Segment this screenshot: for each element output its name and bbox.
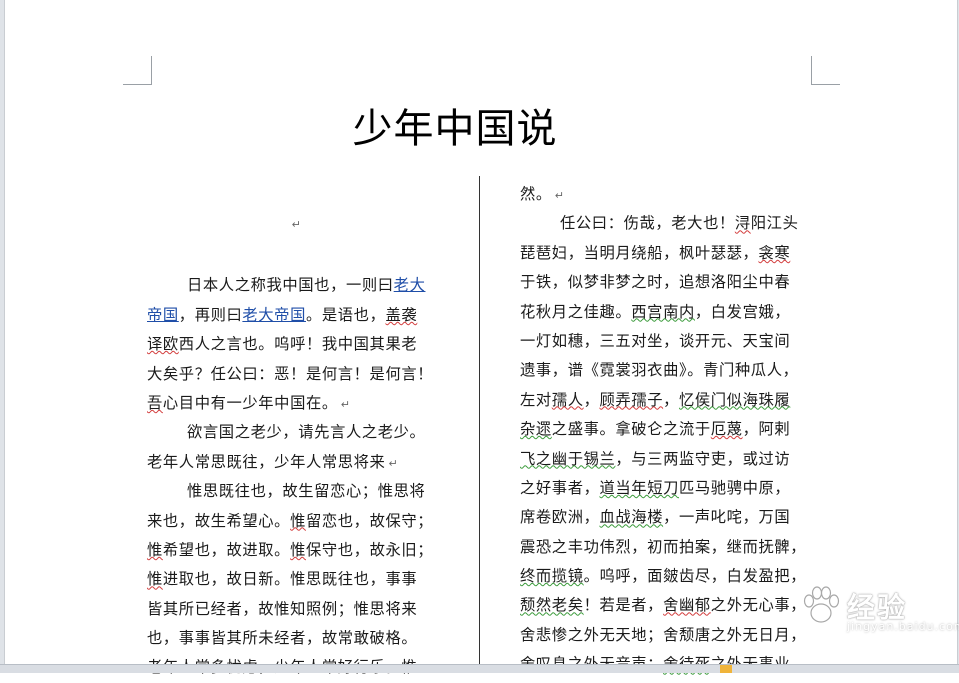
text-line: 于铁，似梦非梦之时，追想洛阳尘中春	[520, 273, 791, 292]
paragraph-mark-line: ↵	[147, 209, 443, 238]
text-line: 吾心目中有一少年中国在。 ↵	[147, 389, 443, 418]
text-run: 。是语也，	[305, 305, 386, 324]
hyperlink-diguo[interactable]: 帝国	[147, 306, 179, 324]
grammar-flag: 终而揽镜	[520, 567, 584, 586]
text-line: 译欧西人之言也。呜呼！我中国其果老	[147, 330, 443, 359]
text-run: 西人之言也。呜呼！我中国其果老	[178, 335, 418, 354]
text-run: 阳江头	[750, 214, 799, 233]
text-line: 遗事，谱《霓裳羽衣曲》。青门种瓜人，	[520, 361, 799, 380]
text-run: ，白发宫娥，	[694, 302, 791, 321]
text-line: 琵琶妇，当明月绕船，枫叶瑟瑟，衾寒	[520, 239, 816, 268]
spelling-flag: 厄蔑	[710, 420, 743, 439]
text-line: 震恐之丰功伟烈，初而拍案，继而抚髀，	[520, 537, 807, 556]
paragraph-mark-icon: ↵	[291, 218, 302, 231]
text-line: 惟进取也，故日新。惟思既往也，事事	[147, 565, 443, 594]
text-run: 席卷欧洲，	[520, 508, 600, 527]
text-run: 然。	[520, 185, 552, 203]
text-run: 匹马驰骋中原，	[679, 478, 791, 497]
text-run: 进取也，故日新。惟思既往也，事事	[162, 570, 418, 589]
text-line: 舍悲惨之外无天地；舍颓唐之外无日月，	[520, 625, 807, 644]
text-line: 惟希望也，故进取。惟保守也，故永旧；	[147, 536, 443, 565]
margin-corner-top-right	[811, 56, 840, 85]
text-line: 一灯如穗，三五对坐，谈开元、天宝间	[520, 331, 791, 350]
document-page[interactable]: 少年中国说 ↵ 日本人之称我中国也，一则曰老大 帝国，再则曰老大帝国。是语也，盖…	[4, 0, 959, 676]
text-line: 左对孺人，顾弄孺子，忆侯门似海珠履	[520, 386, 816, 415]
text-run: 之好事者，	[520, 478, 600, 497]
text-line: 花秋月之佳趣。西宫南内，白发宫娥，	[520, 298, 816, 327]
text-run: 花秋月之佳趣。	[520, 302, 632, 321]
grammar-flag: 飞之幽于锡兰	[520, 449, 616, 468]
text-run: 来也，故生希望心。	[147, 511, 291, 530]
margin-corner-top-left	[123, 56, 152, 85]
text-line: 颓然老矣！若是者，舍幽郁之外无心事，	[520, 591, 816, 620]
text-line: 老年人常思既往，少年人常思将来 ↵	[147, 448, 443, 477]
text-line: 帝国，再则曰老大帝国。是语也，盖袭	[147, 301, 443, 330]
document-workspace: 少年中国说 ↵ 日本人之称我中国也，一则曰老大 帝国，再则曰老大帝国。是语也，盖…	[0, 0, 959, 676]
text-line: 终而揽镜。呜呼，面皴齿尽，白发盈把，	[520, 562, 816, 591]
text-run: ，	[663, 390, 679, 409]
spelling-flag: 惟	[147, 570, 163, 589]
left-column[interactable]: ↵ 日本人之称我中国也，一则曰老大 帝国，再则曰老大帝国。是语也，盖袭 译欧西人…	[147, 180, 443, 683]
spelling-flag: 吾	[147, 393, 163, 412]
text-run: 之外无心事，	[710, 596, 807, 615]
paragraph-mark-icon: ↵	[388, 456, 399, 470]
grammar-flag: 血战海楼	[599, 508, 664, 527]
text-line: 席卷欧洲，血战海楼，一声叱咤，万国	[520, 503, 816, 532]
text-run: 留恋也，故保守；	[305, 511, 434, 530]
spelling-flag: 浔	[734, 214, 751, 233]
text-run: 老年人常思既往，少年人常思将来	[147, 452, 386, 471]
spelling-flag: 惟	[290, 540, 306, 559]
paw-logo-icon	[803, 586, 840, 623]
grammar-flag: 颓然老矣	[520, 596, 584, 615]
text-run: 希望也，故进取。	[162, 540, 291, 559]
paragraph-mark-icon: ↵	[554, 189, 565, 202]
paragraph-mark-icon: ↵	[340, 397, 351, 411]
hyperlink-laodadiguo[interactable]: 老大帝国	[242, 306, 306, 324]
text-run: 左对	[520, 390, 552, 409]
spelling-flag: 孺人	[551, 390, 584, 409]
spelling-flag: 衾寒	[758, 243, 791, 262]
text-run: 心目中有一少年中国在。	[162, 393, 338, 412]
spelling-flag: 译欧	[147, 335, 179, 354]
text-run: ！若是者，	[583, 596, 664, 615]
text-line: 欲言国之老少，请先言人之老少。	[187, 423, 426, 442]
text-line: 之好事者，道当年短刀匹马驰骋中原，	[520, 474, 816, 503]
grammar-flag: 杂遝	[520, 420, 552, 439]
document-title[interactable]: 少年中国说	[305, 96, 605, 154]
text-run: 保守也，故永旧；	[306, 540, 434, 559]
spelling-flag: 盖袭	[385, 305, 418, 324]
text-line: 来也，故生希望心。惟留恋也，故保守；	[147, 507, 443, 536]
text-line: 飞之幽于锡兰，与三两监守吏，或过访	[520, 445, 816, 474]
text-line: 然。 ↵	[520, 180, 816, 209]
watermark: 经验 jingyan.baidu.com	[795, 578, 959, 638]
column-divider	[479, 176, 480, 672]
hyperlink-laoda[interactable]: 老大	[394, 276, 426, 294]
text-run: ，阿剌	[742, 420, 791, 439]
text-run: 日本人之称我中国也，一则曰	[187, 276, 394, 295]
spelling-flag: 舍幽郁	[663, 596, 711, 615]
text-line: 杂遝之盛事。拿破仑之流于厄蔑，阿剌	[520, 415, 816, 444]
text-run: ，与三两监守吏，或过访	[615, 449, 791, 468]
watermark-subtext: jingyan.baidu.com	[847, 620, 959, 633]
spelling-flag: 惟	[147, 540, 163, 559]
text-line: 惟思既往也，故生留恋心；惟思将	[187, 482, 426, 501]
grammar-flag: 西宫南内	[631, 302, 695, 321]
text-line: 也，事事皆其所未经者，故常敢破格。	[147, 629, 418, 648]
spelling-flag: 顾弄孺子	[599, 390, 664, 409]
grammar-flag: 道当年短刀	[599, 478, 679, 497]
text-run: 之盛事。拿破仑之流于	[551, 420, 711, 439]
spelling-flag: 惟	[290, 511, 306, 530]
text-run: ，	[583, 390, 600, 409]
text-line: 日本人之称我中国也，一则曰老大	[147, 271, 443, 300]
text-line: 皆其所已经者，故惟知照例；惟思将来	[147, 599, 418, 618]
text-run: ，一声叱咤，万国	[663, 508, 791, 527]
text-run: 任公曰：伤哉，老大也！	[560, 214, 735, 233]
right-column[interactable]: 然。 ↵ 任公曰：伤哉，老大也！浔阳江头 琵琶妇，当明月绕船，枫叶瑟瑟，衾寒 于铁…	[520, 180, 816, 680]
text-line: 任公曰：伤哉，老大也！浔阳江头	[520, 209, 816, 238]
grammar-flag: 忆侯门似海珠履	[679, 390, 791, 409]
text-run: 琵琶妇，当明月绕船，枫叶瑟瑟，	[520, 243, 759, 262]
text-run: ，再则曰	[178, 305, 243, 324]
text-run: 。呜呼，面皴齿尽，白发盈把，	[583, 567, 807, 586]
text-line: 大矣乎？任公曰：恶！是何言！是何言！	[147, 364, 434, 383]
